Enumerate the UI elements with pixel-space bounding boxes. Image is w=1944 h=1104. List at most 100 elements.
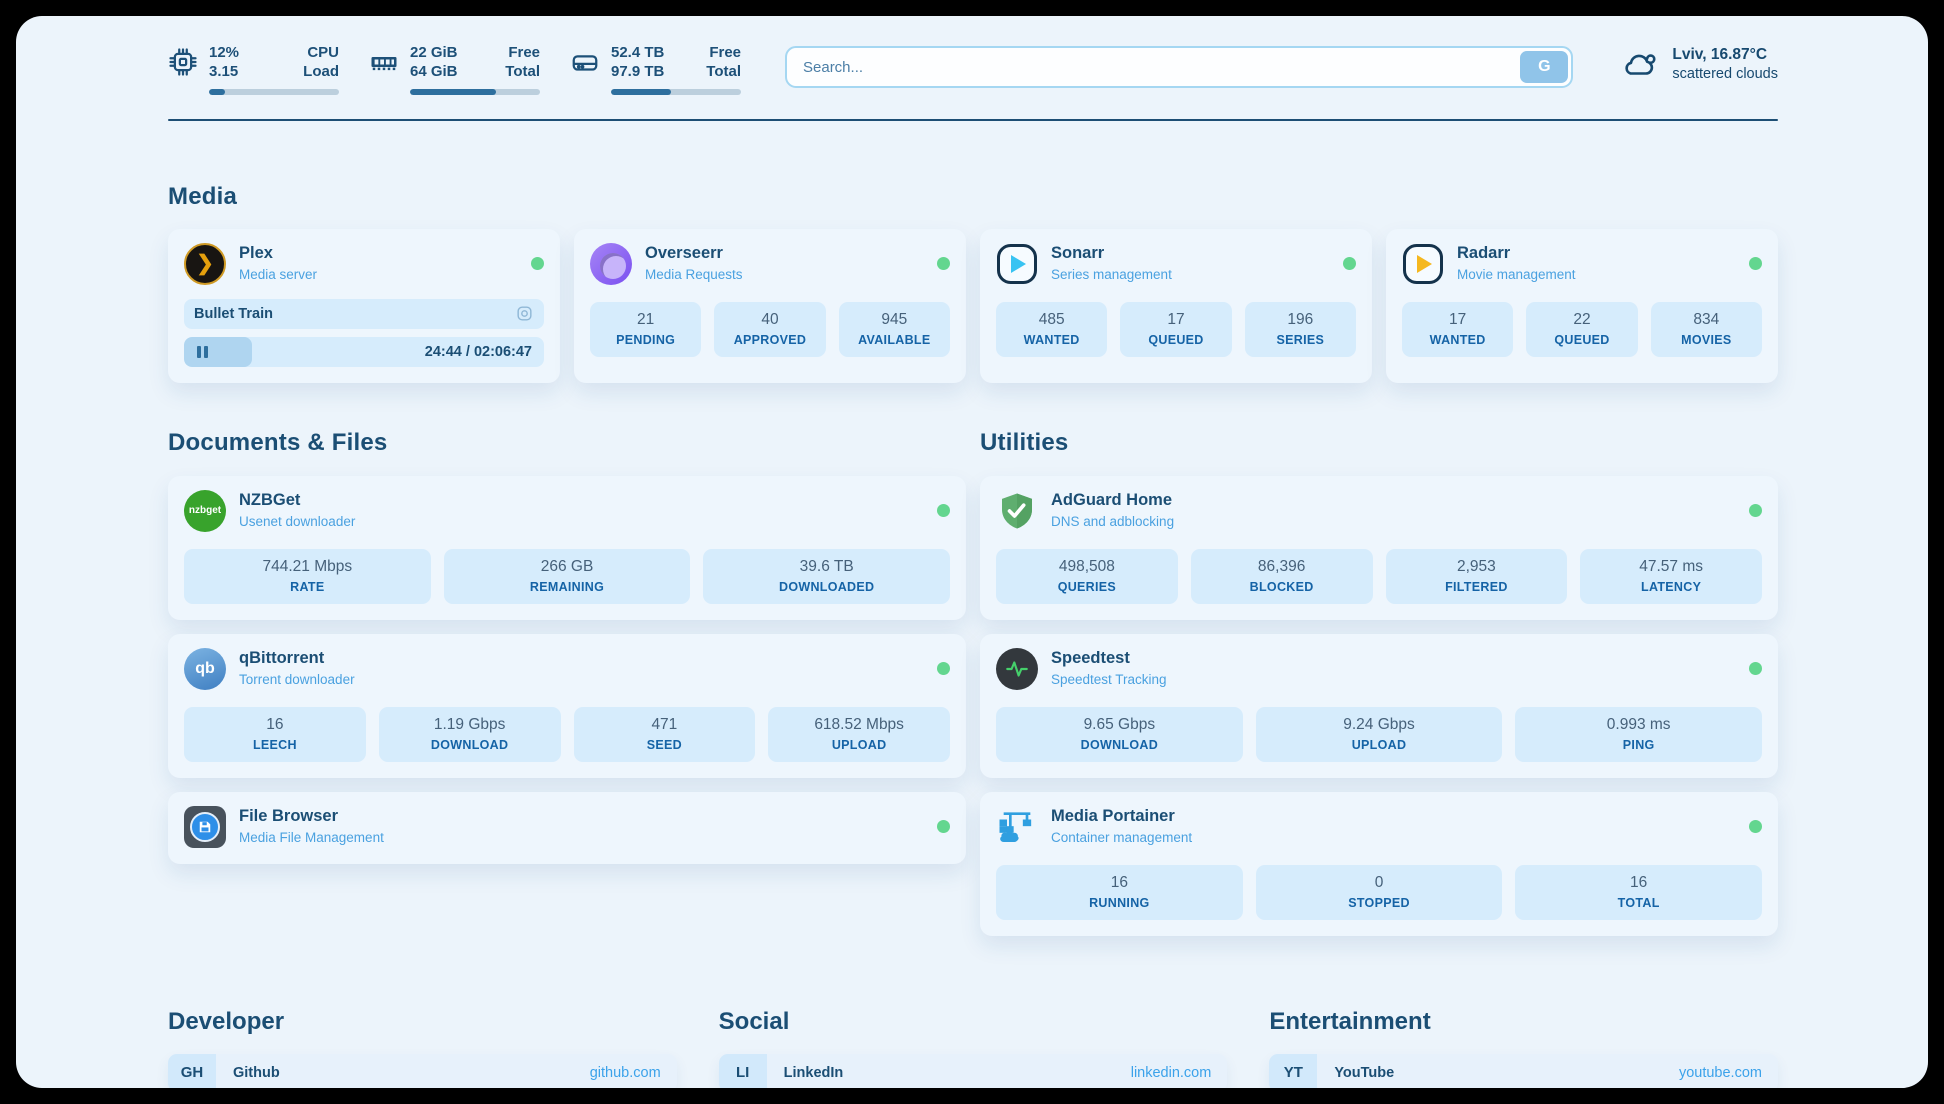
service-description: Speedtest Tracking bbox=[1051, 672, 1167, 688]
link-badge: GH bbox=[168, 1054, 216, 1089]
status-dot bbox=[1749, 504, 1762, 517]
stat-chip: 266 GB REMAINING bbox=[444, 549, 691, 604]
service-description: Movie management bbox=[1457, 267, 1576, 283]
cpu-usage-label: CPU bbox=[303, 44, 339, 63]
service-name: Speedtest bbox=[1051, 649, 1167, 669]
service-card-sonarr[interactable]: Sonarr Series management 485 WANTED 17 Q… bbox=[980, 229, 1372, 383]
now-playing-title: Bullet Train bbox=[194, 306, 515, 322]
stat-chip: 47.57 ms LATENCY bbox=[1580, 549, 1762, 604]
bookmark-group-developer: Developer GH Github github.com SO StackO… bbox=[168, 1008, 677, 1089]
service-card-nzbget[interactable]: nzbget NZBGet Usenet downloader 744.21 M… bbox=[168, 476, 966, 620]
adguard-shield-icon bbox=[996, 490, 1038, 532]
ram-free-label: Free bbox=[505, 44, 540, 63]
cpu-usage-value: 12% bbox=[209, 44, 239, 63]
stat-chip: 945 AVAILABLE bbox=[839, 302, 950, 357]
dashboard-panel: 12% 3.15 CPU Load bbox=[16, 16, 1928, 1088]
qbittorrent-icon: qb bbox=[184, 648, 226, 690]
section-utilities: Utilities AdGuard Home DNS and adblockin… bbox=[980, 429, 1778, 950]
service-name: Radarr bbox=[1457, 244, 1576, 264]
media-session-icon[interactable] bbox=[515, 304, 534, 323]
disk-icon bbox=[570, 47, 600, 95]
service-description: Container management bbox=[1051, 830, 1192, 846]
section-title-utilities: Utilities bbox=[980, 429, 1778, 457]
stat-chip: 17 QUEUED bbox=[1120, 302, 1231, 357]
cpu-load-label: Load bbox=[303, 63, 339, 82]
system-meters: 12% 3.15 CPU Load bbox=[168, 44, 741, 95]
stat-chip: 9.24 Gbps UPLOAD bbox=[1256, 707, 1503, 762]
section-title-entertainment: Entertainment bbox=[1269, 1008, 1778, 1036]
stat-chip: 0.993 ms PING bbox=[1515, 707, 1762, 762]
portainer-crane-icon bbox=[996, 806, 1038, 848]
status-dot bbox=[531, 257, 544, 270]
disk-progress-bar bbox=[611, 89, 741, 95]
plex-icon: ❯ bbox=[184, 243, 226, 285]
link-linkedin[interactable]: LI LinkedIn linkedin.com bbox=[719, 1054, 1228, 1089]
ram-meter: 22 GiB 64 GiB Free Total bbox=[369, 44, 540, 95]
stat-chip: 39.6 TB DOWNLOADED bbox=[703, 549, 950, 604]
service-name: Overseerr bbox=[645, 244, 743, 264]
cpu-load-value: 3.15 bbox=[209, 63, 239, 82]
sonarr-icon bbox=[997, 244, 1037, 284]
link-badge: YT bbox=[1269, 1054, 1317, 1089]
service-description: Media server bbox=[239, 267, 317, 283]
ram-total-label: Total bbox=[505, 63, 540, 82]
service-card-adguard[interactable]: AdGuard Home DNS and adblocking 498,508 … bbox=[980, 476, 1778, 620]
top-bar: 12% 3.15 CPU Load bbox=[168, 44, 1778, 95]
service-card-plex[interactable]: ❯ Plex Media server Bullet Train bbox=[168, 229, 560, 383]
service-description: Usenet downloader bbox=[239, 514, 355, 530]
disk-total-value: 97.9 TB bbox=[611, 63, 664, 82]
section-documents: Documents & Files nzbget NZBGet Usenet d… bbox=[168, 429, 966, 950]
disk-meter: 52.4 TB 97.9 TB Free Total bbox=[570, 44, 741, 95]
status-dot bbox=[1749, 820, 1762, 833]
service-name: qBittorrent bbox=[239, 649, 355, 669]
search-input[interactable] bbox=[785, 46, 1573, 88]
service-card-qbittorrent[interactable]: qb qBittorrent Torrent downloader 16 LEE… bbox=[168, 634, 966, 778]
filebrowser-icon bbox=[184, 806, 226, 848]
status-dot bbox=[1749, 662, 1762, 675]
disk-free-value: 52.4 TB bbox=[611, 44, 664, 63]
service-name: AdGuard Home bbox=[1051, 491, 1174, 511]
section-title-social: Social bbox=[719, 1008, 1228, 1036]
stat-chip: 16 TOTAL bbox=[1515, 865, 1762, 920]
stat-chip: 618.52 Mbps UPLOAD bbox=[768, 707, 950, 762]
weather-widget: Lviv, 16.87°C scattered clouds bbox=[1621, 45, 1778, 84]
stat-chip: 834 MOVIES bbox=[1651, 302, 1762, 357]
link-youtube[interactable]: YT YouTube youtube.com bbox=[1269, 1054, 1778, 1089]
service-card-filebrowser[interactable]: File Browser Media File Management bbox=[168, 792, 966, 864]
nzbget-icon: nzbget bbox=[184, 490, 226, 532]
radarr-icon bbox=[1403, 244, 1443, 284]
section-title-documents: Documents & Files bbox=[168, 429, 966, 457]
stat-chip: 0 STOPPED bbox=[1256, 865, 1503, 920]
section-media: Media ❯ Plex Media server Bullet Train bbox=[168, 183, 1778, 383]
disk-total-label: Total bbox=[706, 63, 741, 82]
bookmark-group-entertainment: Entertainment YT YouTube youtube.com NF … bbox=[1269, 1008, 1778, 1089]
cpu-meter: 12% 3.15 CPU Load bbox=[168, 44, 339, 95]
service-card-overseerr[interactable]: Overseerr Media Requests 21 PENDING 40 A… bbox=[574, 229, 966, 383]
stat-chip: 485 WANTED bbox=[996, 302, 1107, 357]
service-name: Plex bbox=[239, 244, 317, 264]
status-dot bbox=[1749, 257, 1762, 270]
now-playing-row: Bullet Train bbox=[184, 299, 544, 329]
link-github[interactable]: GH Github github.com bbox=[168, 1054, 677, 1089]
stat-chip: 22 QUEUED bbox=[1526, 302, 1637, 357]
weather-condition: scattered clouds bbox=[1672, 65, 1778, 84]
status-dot bbox=[937, 257, 950, 270]
service-name: Sonarr bbox=[1051, 244, 1172, 264]
section-title-developer: Developer bbox=[168, 1008, 677, 1036]
service-card-portainer[interactable]: Media Portainer Container management 16 … bbox=[980, 792, 1778, 936]
search-bar: G bbox=[785, 46, 1573, 88]
playback-progress-bar: 24:44 / 02:06:47 bbox=[184, 337, 544, 367]
service-card-radarr[interactable]: Radarr Movie management 17 WANTED 22 QUE… bbox=[1386, 229, 1778, 383]
ram-icon bbox=[369, 47, 399, 95]
ram-free-value: 22 GiB bbox=[410, 44, 458, 63]
pause-icon bbox=[197, 346, 208, 358]
stat-chip: 40 APPROVED bbox=[714, 302, 825, 357]
cpu-progress-bar bbox=[209, 89, 339, 95]
overseerr-icon bbox=[590, 243, 632, 285]
service-card-speedtest[interactable]: Speedtest Speedtest Tracking 9.65 Gbps D… bbox=[980, 634, 1778, 778]
search-engine-button[interactable]: G bbox=[1520, 51, 1568, 83]
service-description: Media Requests bbox=[645, 267, 743, 283]
stat-chip: 17 WANTED bbox=[1402, 302, 1513, 357]
topbar-divider bbox=[168, 119, 1778, 121]
cpu-icon bbox=[168, 47, 198, 95]
